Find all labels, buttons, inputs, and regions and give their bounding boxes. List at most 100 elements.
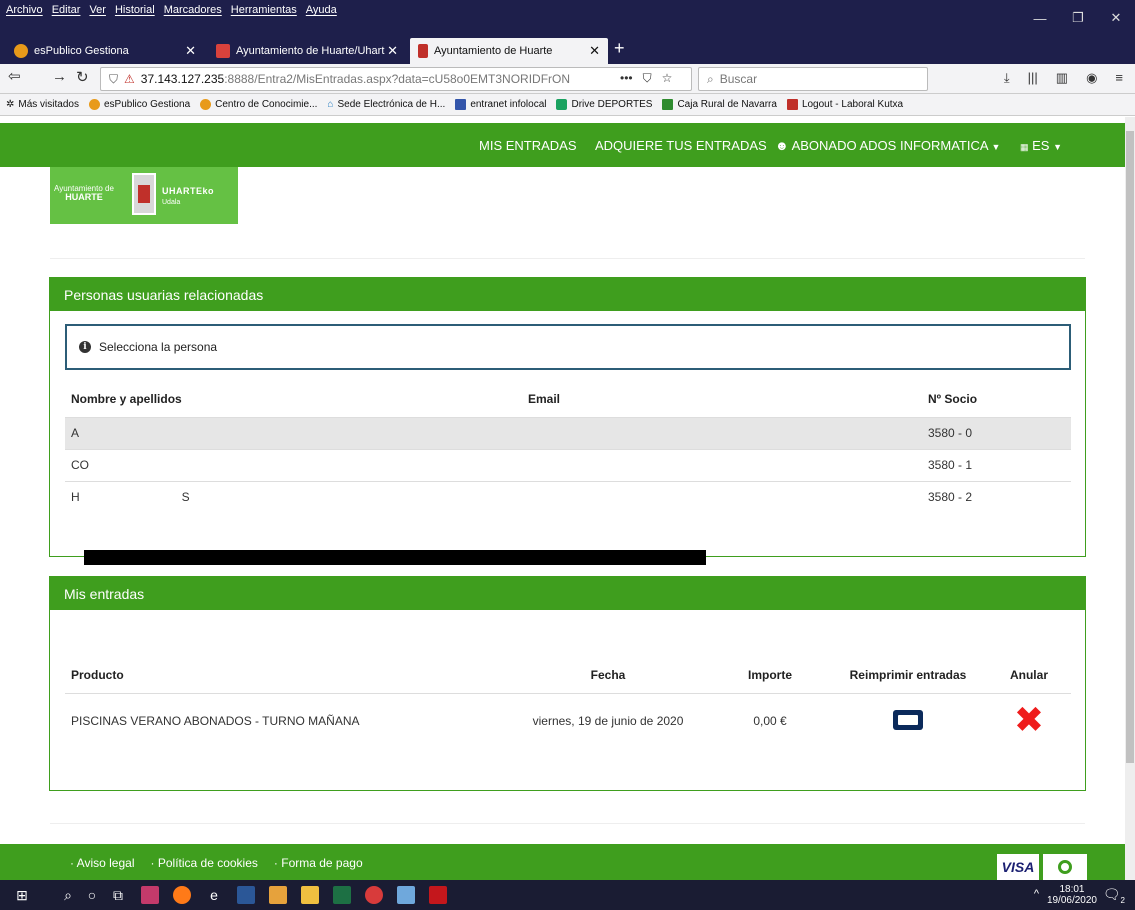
menu-historial[interactable]: Historial — [115, 4, 155, 16]
tray-clock[interactable]: 18:01 19/06/2020 — [1047, 884, 1097, 906]
nav-mis-entradas[interactable]: MIS ENTRADAS — [479, 138, 577, 153]
bookmark-centro[interactable]: Centro de Conocimie... — [200, 99, 317, 110]
url-host: 37.143.127.235 — [140, 72, 225, 86]
grid-icon — [455, 99, 467, 110]
bookmark-sede[interactable]: ⌂ Sede Electrónica de H... — [327, 99, 445, 110]
visa-logo: VISA — [997, 854, 1039, 880]
url-bar[interactable]: ⛉ ⚠ 37.143.127.235 :8888/Entra2/MisEntra… — [100, 67, 692, 91]
cell-nombre: HS — [65, 481, 522, 513]
info-alert: i Selecciona la persona — [65, 324, 1071, 370]
tab-close-icon[interactable]: ✕ — [185, 43, 196, 59]
cancel-x-icon[interactable]: ✖ — [1014, 700, 1044, 741]
search-icon: ⌕ — [707, 71, 714, 86]
page-actions-icon[interactable]: ••• — [620, 71, 633, 86]
sidebar-icon[interactable]: ▥ — [1056, 70, 1068, 86]
tray-expand-icon[interactable]: ^ — [1034, 888, 1039, 900]
col-importe: Importe — [711, 657, 829, 694]
footer-cookies[interactable]: Política de cookies — [151, 856, 258, 870]
pocket-icon[interactable]: ⛉ — [643, 71, 652, 86]
scrollbar-thumb[interactable] — [1126, 131, 1134, 763]
clock-date: 19/06/2020 — [1046, 895, 1097, 906]
firefox-icon[interactable] — [172, 885, 192, 905]
menu-herramientas[interactable]: Herramientas — [231, 4, 297, 16]
footer-forma-pago[interactable]: Forma de pago — [274, 856, 362, 870]
col-socio: Nº Socio — [922, 381, 1071, 418]
url-actions: ••• ⛉ ☆ — [614, 71, 679, 86]
acrobat-icon[interactable] — [428, 885, 448, 905]
close-window-icon[interactable]: ✕ — [1097, 0, 1135, 36]
hamburger-menu-icon[interactable]: ≡ — [1115, 70, 1123, 86]
menu-ver[interactable]: Ver — [89, 4, 106, 16]
cell-nombre: A — [65, 417, 522, 450]
scrollbar[interactable] — [1125, 117, 1135, 880]
notification-center-icon[interactable]: 🗨2 — [1103, 886, 1125, 905]
paint-icon[interactable] — [140, 885, 160, 905]
logo-line: Udala — [162, 199, 181, 206]
app-icon[interactable] — [396, 885, 416, 905]
navigation-bar: ⇦ → ↻ ⛉ ⚠ 37.143.127.235 :8888/Entra2/Mi… — [0, 64, 1135, 94]
menu-archivo[interactable]: Archivo — [6, 4, 43, 16]
tab-strip: esPublico Gestiona ✕ Ayuntamiento de Hua… — [0, 36, 1135, 64]
lock-insecure-icon[interactable]: ⚠ — [124, 72, 135, 86]
menu-marcadores[interactable]: Marcadores — [164, 4, 222, 16]
bookmark-espublico[interactable]: esPublico Gestiona — [88, 99, 190, 110]
tab-huarte-active[interactable]: Ayuntamiento de Huarte ✕ — [410, 38, 608, 64]
browser-menubar: Archivo Editar Ver Historial Marcadores … — [0, 0, 1135, 36]
new-tab-icon[interactable]: + — [614, 38, 625, 59]
col-producto: Producto — [65, 657, 505, 694]
entradas-panel-title: Mis entradas — [50, 577, 1085, 610]
table-row[interactable]: A 3580 - 0 — [65, 417, 1071, 450]
table-row: PISCINAS VERANO ABONADOS - TURNO MAÑANA … — [65, 693, 1071, 749]
back-icon[interactable]: ⇦ — [8, 67, 21, 85]
tab-close-icon[interactable]: ✕ — [589, 43, 600, 59]
word-icon[interactable] — [236, 885, 256, 905]
site-navbar: MIS ENTRADAS ADQUIERE TUS ENTRADAS ☻ ABO… — [0, 123, 1125, 167]
minimize-icon[interactable]: — — [1021, 0, 1059, 36]
calculator-icon[interactable] — [268, 885, 288, 905]
bookmark-mas-visitados[interactable]: ✲ Más visitados — [6, 99, 79, 110]
table-row[interactable]: HS 3580 - 2 — [65, 481, 1071, 513]
shield-icon[interactable]: ⛉ — [109, 72, 118, 87]
file-explorer-icon[interactable] — [300, 885, 320, 905]
excel-icon[interactable] — [332, 885, 352, 905]
nav-language-menu[interactable]: ▦ ES ▼ — [1020, 138, 1062, 153]
forward-icon[interactable]: → — [52, 68, 67, 85]
library-icon[interactable]: ||| — [1028, 70, 1038, 86]
bookmark-laboral-kutxa[interactable]: Logout - Laboral Kutxa — [786, 99, 903, 110]
nav-adquiere-entradas[interactable]: ADQUIERE TUS ENTRADAS — [595, 138, 767, 153]
page-viewport: MIS ENTRADAS ADQUIERE TUS ENTRADAS ☻ ABO… — [0, 117, 1135, 880]
col-reimprimir: Reimprimir entradas — [829, 657, 987, 694]
task-view-icon[interactable]: ⧉ — [108, 885, 128, 905]
site-logo[interactable]: Ayuntamiento de HUARTE UHARTEko Udala — [50, 167, 238, 224]
settings-gear-icon: ✲ — [6, 99, 15, 110]
cell-fecha: viernes, 19 de junio de 2020 — [532, 714, 684, 729]
search-icon[interactable]: ⌕ — [58, 885, 78, 905]
restore-icon[interactable]: ❐ — [1059, 0, 1097, 36]
footer-aviso-legal[interactable]: Aviso legal — [70, 856, 135, 870]
bookmark-star-icon[interactable]: ☆ — [662, 71, 673, 86]
table-row[interactable]: CO 3580 - 1 — [65, 449, 1071, 482]
reload-icon[interactable]: ↻ — [76, 68, 89, 86]
bookmark-caja-rural[interactable]: Caja Rural de Navarra — [662, 99, 777, 110]
reprint-ticket-icon[interactable] — [893, 709, 923, 730]
bookmark-entranet[interactable]: entranet infolocal — [455, 99, 546, 110]
url-path: :8888/Entra2/MisEntradas.aspx?data=cU58o… — [224, 72, 571, 86]
bookmark-drive[interactable]: Drive DEPORTES — [556, 99, 652, 110]
cortana-icon[interactable]: ○ — [82, 885, 102, 905]
media-player-icon[interactable] — [364, 885, 384, 905]
search-input[interactable]: ⌕ Buscar — [698, 67, 928, 91]
windows-start-icon[interactable]: ⊞ — [12, 885, 32, 905]
tab-espublico[interactable]: esPublico Gestiona ✕ — [6, 38, 204, 64]
menu-editar[interactable]: Editar — [52, 4, 81, 16]
menu-ayuda[interactable]: Ayuda — [306, 4, 337, 16]
tab-huarte-uhart[interactable]: Ayuntamiento de Huarte/Uhart ✕ — [208, 38, 406, 64]
nav-user-menu[interactable]: ☻ ABONADO ADOS INFORMATICA ▼ — [775, 138, 1000, 153]
account-icon[interactable]: ◉ — [1086, 70, 1097, 86]
cell-importe: 0,00 € — [753, 714, 787, 729]
internet-explorer-icon[interactable]: e — [204, 885, 224, 905]
tab-close-icon[interactable]: ✕ — [387, 43, 398, 59]
language-code: ES — [1032, 138, 1050, 153]
download-icon[interactable]: ⤓ — [1004, 70, 1010, 86]
clock-time: 18:01 — [1059, 884, 1085, 895]
col-email: Email — [522, 381, 922, 418]
